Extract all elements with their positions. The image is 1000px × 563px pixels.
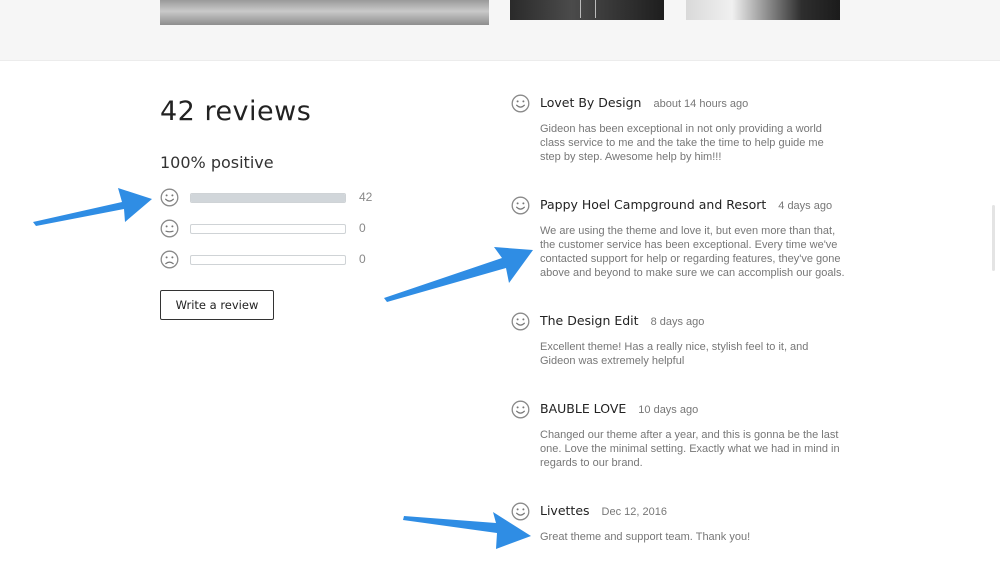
reviewer-name[interactable]: Livettes: [540, 503, 590, 518]
review-text: Changed our theme after a year, and this…: [540, 429, 840, 469]
review-date: 10 days ago: [638, 404, 699, 416]
smiley-face-icon: [511, 94, 530, 118]
review-date: 4 days ago: [778, 200, 833, 212]
negative-rating-count: 0: [359, 252, 366, 266]
review-date: about 14 hours ago: [653, 98, 749, 110]
sad-face-icon: [160, 250, 179, 274]
rating-row-neutral: 0: [160, 219, 390, 239]
gallery-image-3[interactable]: [686, 0, 840, 20]
review-text: Great theme and support team. Thank you!: [540, 531, 751, 543]
write-review-button[interactable]: Write a review: [160, 290, 274, 320]
smiley-face-icon: [511, 400, 530, 424]
positive-rating-bar-fill: [191, 194, 345, 202]
rating-row-negative: 0: [160, 250, 390, 270]
neutral-rating-bar: [190, 224, 346, 234]
neutral-rating-count: 0: [359, 221, 366, 235]
smiley-face-icon: [160, 188, 179, 212]
positive-rating-bar: [190, 193, 346, 203]
arrow-to-second-review: [384, 247, 533, 302]
neutral-face-icon: [160, 219, 179, 243]
scrollbar[interactable]: [992, 205, 995, 271]
negative-rating-bar: [190, 255, 346, 265]
gallery-image-1[interactable]: [160, 0, 489, 25]
reviewer-name[interactable]: The Design Edit: [540, 313, 639, 328]
smiley-face-icon: [511, 196, 530, 220]
reviewer-name[interactable]: BAUBLE LOVE: [540, 401, 626, 416]
annotation-arrows: [33, 188, 533, 549]
reviews-count-title: 42 reviews: [160, 96, 312, 127]
smiley-face-icon: [511, 312, 530, 336]
review-date: Dec 12, 2016: [601, 506, 667, 518]
smiley-face-icon: [511, 502, 530, 526]
reviewer-name[interactable]: Lovet By Design: [540, 95, 641, 110]
rating-row-positive: 42: [160, 188, 390, 208]
gallery-image-2[interactable]: [510, 0, 664, 20]
positive-rating-count: 42: [359, 190, 373, 204]
positive-percentage: 100% positive: [160, 153, 274, 172]
reviewer-name[interactable]: Pappy Hoel Campground and Resort: [540, 197, 766, 212]
review-text: Excellent theme! Has a really nice, styl…: [540, 341, 809, 367]
image-gallery-strip: [0, 0, 1000, 61]
arrow-to-positive-rating: [33, 188, 152, 226]
review-text: Gideon has been exceptional in not only …: [540, 123, 824, 163]
review-date: 8 days ago: [650, 316, 705, 328]
review-text: We are using the theme and love it, but …: [540, 225, 845, 279]
